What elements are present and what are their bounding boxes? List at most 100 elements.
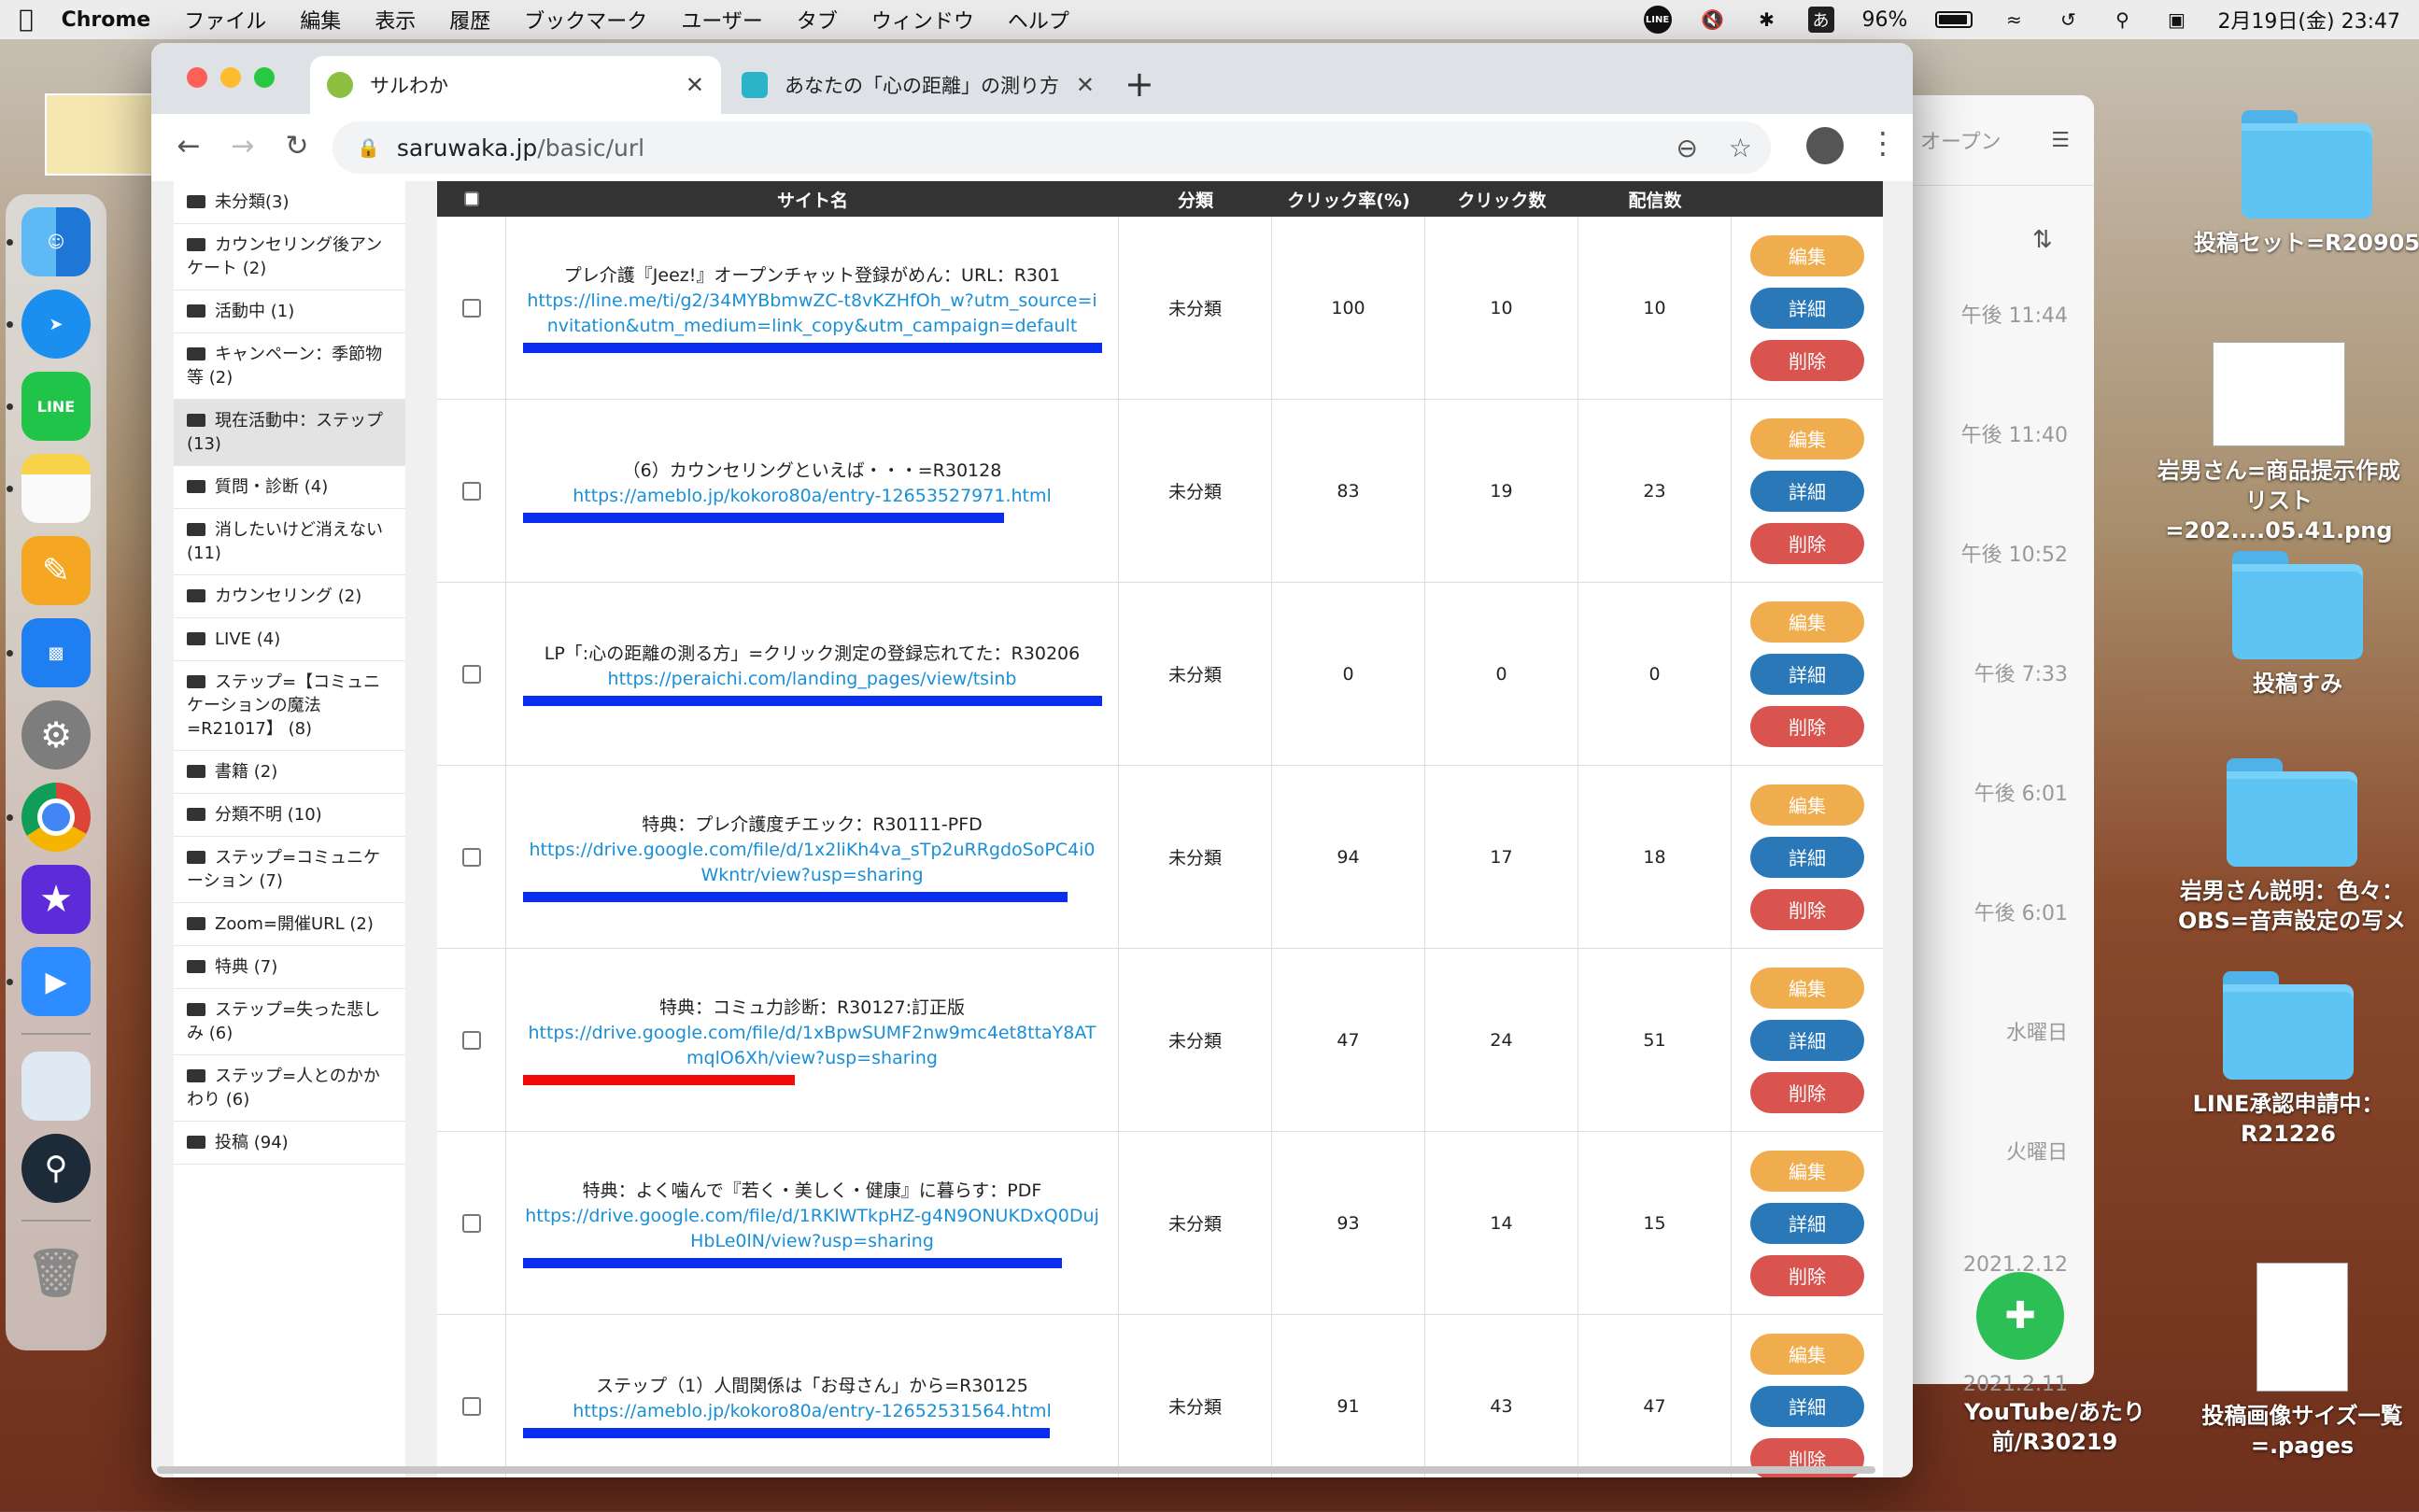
finder-icon[interactable]: ☺ xyxy=(7,207,91,276)
menu-users[interactable]: ユーザー xyxy=(681,5,763,35)
preview-icon[interactable] xyxy=(21,1052,91,1121)
bookmark-star-icon[interactable]: ☆ xyxy=(1729,133,1752,163)
row-checkbox[interactable] xyxy=(461,298,481,318)
detail-button[interactable]: 詳細 xyxy=(1750,1385,1864,1427)
menu-bookmarks[interactable]: ブックマーク xyxy=(524,5,647,35)
menu-help[interactable]: ヘルプ xyxy=(1008,5,1069,35)
sidebar-category-item[interactable]: 未分類(3) xyxy=(174,181,405,224)
imovie-icon[interactable]: ★ xyxy=(21,865,91,934)
sidebar-category-item[interactable]: Zoom=開催URL (2) xyxy=(174,903,405,946)
edit-button[interactable]: 編集 xyxy=(1750,234,1864,276)
sidebar-category-item[interactable]: キャンペーン：季節物等 (2) xyxy=(174,333,405,400)
tab-saruwaka[interactable]: サルわか ✕ xyxy=(310,56,721,114)
menu-file[interactable]: ファイル xyxy=(184,5,266,35)
trash-icon[interactable]: 🗑 xyxy=(21,1238,91,1307)
spotlight-search-icon[interactable]: ⚲ xyxy=(2109,8,2135,31)
chrome-icon[interactable] xyxy=(7,783,91,852)
control-center-icon[interactable]: ▣ xyxy=(2163,8,2189,31)
detail-button[interactable]: 詳細 xyxy=(1750,287,1864,329)
row-checkbox[interactable] xyxy=(461,481,481,501)
sidebar-category-item[interactable]: 投稿 (94) xyxy=(174,1122,405,1165)
edit-button[interactable]: 編集 xyxy=(1750,417,1864,459)
edit-button[interactable]: 編集 xyxy=(1750,601,1864,643)
menu-view[interactable]: 表示 xyxy=(375,5,416,35)
battery-icon[interactable] xyxy=(1935,11,1973,28)
sidebar-category-item[interactable]: 質問・診断 (4) xyxy=(174,466,405,509)
sidebar-category-item[interactable]: 現在活動中：ステップ (13) xyxy=(174,400,405,466)
delete-button[interactable]: 削除 xyxy=(1750,888,1864,930)
edit-button[interactable]: 編集 xyxy=(1750,1150,1864,1192)
edit-button[interactable]: 編集 xyxy=(1750,967,1864,1009)
address-bar[interactable]: 🔒 saruwaka.jp/basic/url ⊖ ☆ xyxy=(332,121,1771,174)
desktop-file[interactable]: 岩男さん=商品提示作成リスト=202....05.41.png xyxy=(2148,342,2410,545)
time-machine-icon[interactable]: ↺ xyxy=(2055,8,2081,31)
filter-settings-icon[interactable]: ☰ xyxy=(2051,129,2070,152)
keynote-icon[interactable]: ▩ xyxy=(7,618,91,687)
desktop-file[interactable]: 投稿画像サイズ一覧=.pages xyxy=(2186,1263,2419,1461)
horizontal-scrollbar[interactable] xyxy=(157,1466,1875,1474)
delete-button[interactable]: 削除 xyxy=(1750,1071,1864,1113)
sidebar-category-item[interactable]: ステップ=失った悲しみ (6) xyxy=(174,989,405,1055)
desktop-folder[interactable]: 投稿すみ xyxy=(2167,551,2419,699)
bluetooth-icon[interactable]: ✱ xyxy=(1754,8,1780,31)
profile-avatar-icon[interactable] xyxy=(1806,127,1844,164)
site-url-link[interactable]: https://peraichi.com/landing_pages/view/… xyxy=(608,667,1017,692)
back-button[interactable]: ← xyxy=(170,127,207,164)
zoom-out-icon[interactable]: ⊖ xyxy=(1676,133,1698,163)
select-all-checkbox[interactable] xyxy=(464,191,479,206)
detail-button[interactable]: 詳細 xyxy=(1750,653,1864,695)
zoom-icon[interactable]: ▶ xyxy=(7,947,91,1016)
site-url-link[interactable]: https://drive.google.com/file/d/1x2liKh4… xyxy=(523,838,1101,888)
sidebar-category-item[interactable]: 書籍 (2) xyxy=(174,751,405,794)
close-tab-icon[interactable]: ✕ xyxy=(1076,72,1095,98)
sidebar-category-item[interactable]: ステップ=コミュニケーション (7) xyxy=(174,837,405,903)
input-method-icon[interactable]: あ xyxy=(1807,7,1834,33)
menu-edit[interactable]: 編集 xyxy=(300,5,341,35)
site-url-link[interactable]: https://drive.google.com/file/d/1xBpwSUM… xyxy=(523,1021,1101,1071)
delete-button[interactable]: 削除 xyxy=(1750,705,1864,747)
menubar-clock[interactable]: 2月19日(金) 23:47 xyxy=(2217,5,2400,35)
desktop-folder[interactable]: LINE承認申請中：R21226 xyxy=(2157,971,2419,1149)
system-preferences-icon[interactable]: ⚙ xyxy=(21,700,91,770)
desktop-folder[interactable]: 岩男さん説明：色々：OBS=音声設定の写メ xyxy=(2165,758,2419,936)
row-checkbox[interactable] xyxy=(461,847,481,867)
detail-button[interactable]: 詳細 xyxy=(1750,1202,1864,1244)
zoom-window-button[interactable] xyxy=(254,67,275,88)
line-status-icon[interactable]: LINE xyxy=(1643,6,1672,34)
sidebar-category-item[interactable]: ステップ=【コミュニケーションの魔法=R21017】 (8) xyxy=(174,661,405,751)
delete-button[interactable]: 削除 xyxy=(1750,1254,1864,1296)
sidebar-category-item[interactable]: ステップ=人とのかかわり (6) xyxy=(174,1055,405,1122)
menu-window[interactable]: ウィンドウ xyxy=(871,5,974,35)
site-url-link[interactable]: https://drive.google.com/file/d/1RKlWTkp… xyxy=(523,1204,1101,1254)
sidebar-category-item[interactable]: 活動中 (1) xyxy=(174,290,405,333)
detail-button[interactable]: 詳細 xyxy=(1750,1019,1864,1061)
wifi-icon[interactable]: ≈ xyxy=(2001,8,2027,31)
site-url-link[interactable]: https://line.me/ti/g2/34MYBbmwZC-t8vKZHf… xyxy=(523,289,1101,339)
tab-kokoro-distance[interactable]: あなたの「心の距離」の測り方 ✕ xyxy=(725,56,1111,114)
reload-button[interactable]: ↻ xyxy=(278,127,316,164)
lock-icon[interactable]: 🔒 xyxy=(357,136,380,159)
close-tab-icon[interactable]: ✕ xyxy=(686,72,704,98)
desktop-screenshot-thumbnail[interactable] xyxy=(45,93,153,176)
detail-button[interactable]: 詳細 xyxy=(1750,470,1864,512)
sidebar-category-item[interactable]: カウンセリング後アンケート (2) xyxy=(174,224,405,290)
row-checkbox[interactable] xyxy=(461,664,481,684)
sidebar-category-item[interactable]: 特典 (7) xyxy=(174,946,405,989)
desktop-folder[interactable]: YouTube/あたり前/R30219 xyxy=(1924,1397,2186,1457)
apple-menu-icon[interactable]:  xyxy=(19,6,34,34)
sidebar-category-item[interactable]: 消したいけど消えない (11) xyxy=(174,509,405,575)
new-chat-button[interactable]: ✚ xyxy=(1976,1272,2064,1360)
row-checkbox[interactable] xyxy=(461,1396,481,1416)
desktop-folder[interactable]: 投稿セット=R20905 xyxy=(2176,110,2419,258)
sidebar-category-item[interactable]: LIVE (4) xyxy=(174,618,405,661)
notes-icon[interactable] xyxy=(7,454,91,523)
site-url-link[interactable]: https://ameblo.jp/kokoro80a/entry-126525… xyxy=(573,1399,1052,1424)
app-menu[interactable]: Chrome xyxy=(62,8,151,32)
chrome-menu-icon[interactable]: ⋮ xyxy=(1868,125,1898,161)
forward-button[interactable]: → xyxy=(224,127,262,164)
edit-button[interactable]: 編集 xyxy=(1750,1333,1864,1375)
delete-button[interactable]: 削除 xyxy=(1750,339,1864,381)
background-chat-window[interactable]: オープン ☰ ⇅ 午後 11:44 午後 11:40 午後 10:52 午後 7… xyxy=(1911,95,2094,1396)
minimize-window-button[interactable] xyxy=(220,67,241,88)
sidebar-category-item[interactable]: カウンセリング (2) xyxy=(174,575,405,618)
